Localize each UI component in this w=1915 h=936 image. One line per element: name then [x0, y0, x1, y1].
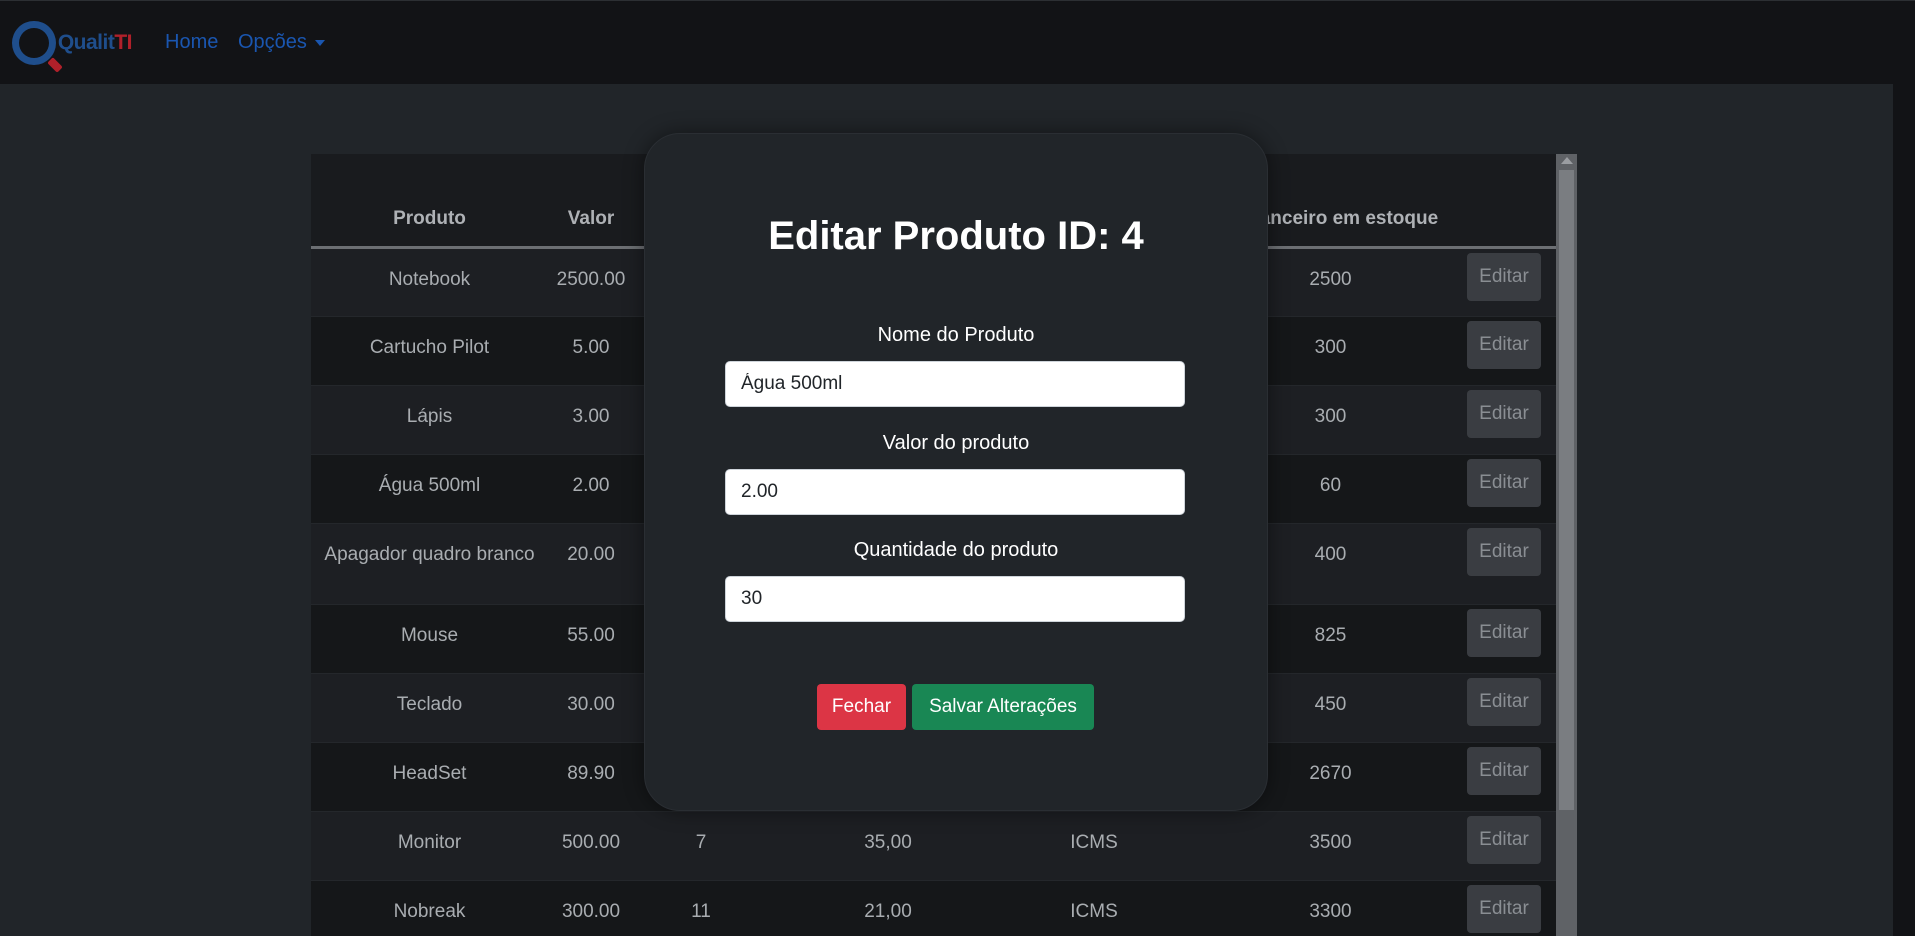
product-name-input[interactable] — [725, 361, 1185, 407]
close-button[interactable]: Fechar — [817, 684, 906, 730]
modal-title: Editar Produto ID: 4 — [768, 214, 1144, 258]
product-price-input[interactable] — [725, 469, 1185, 515]
edit-product-modal: Editar Produto ID: 4 Nome do Produto Val… — [644, 133, 1268, 811]
product-name-label: Nome do Produto — [877, 324, 1035, 346]
product-price-label: Valor do produto — [882, 432, 1030, 454]
save-changes-button[interactable]: Salvar Alterações — [912, 684, 1094, 730]
product-quantity-input[interactable] — [725, 576, 1185, 622]
product-quantity-label: Quantidade do produto — [853, 539, 1059, 561]
